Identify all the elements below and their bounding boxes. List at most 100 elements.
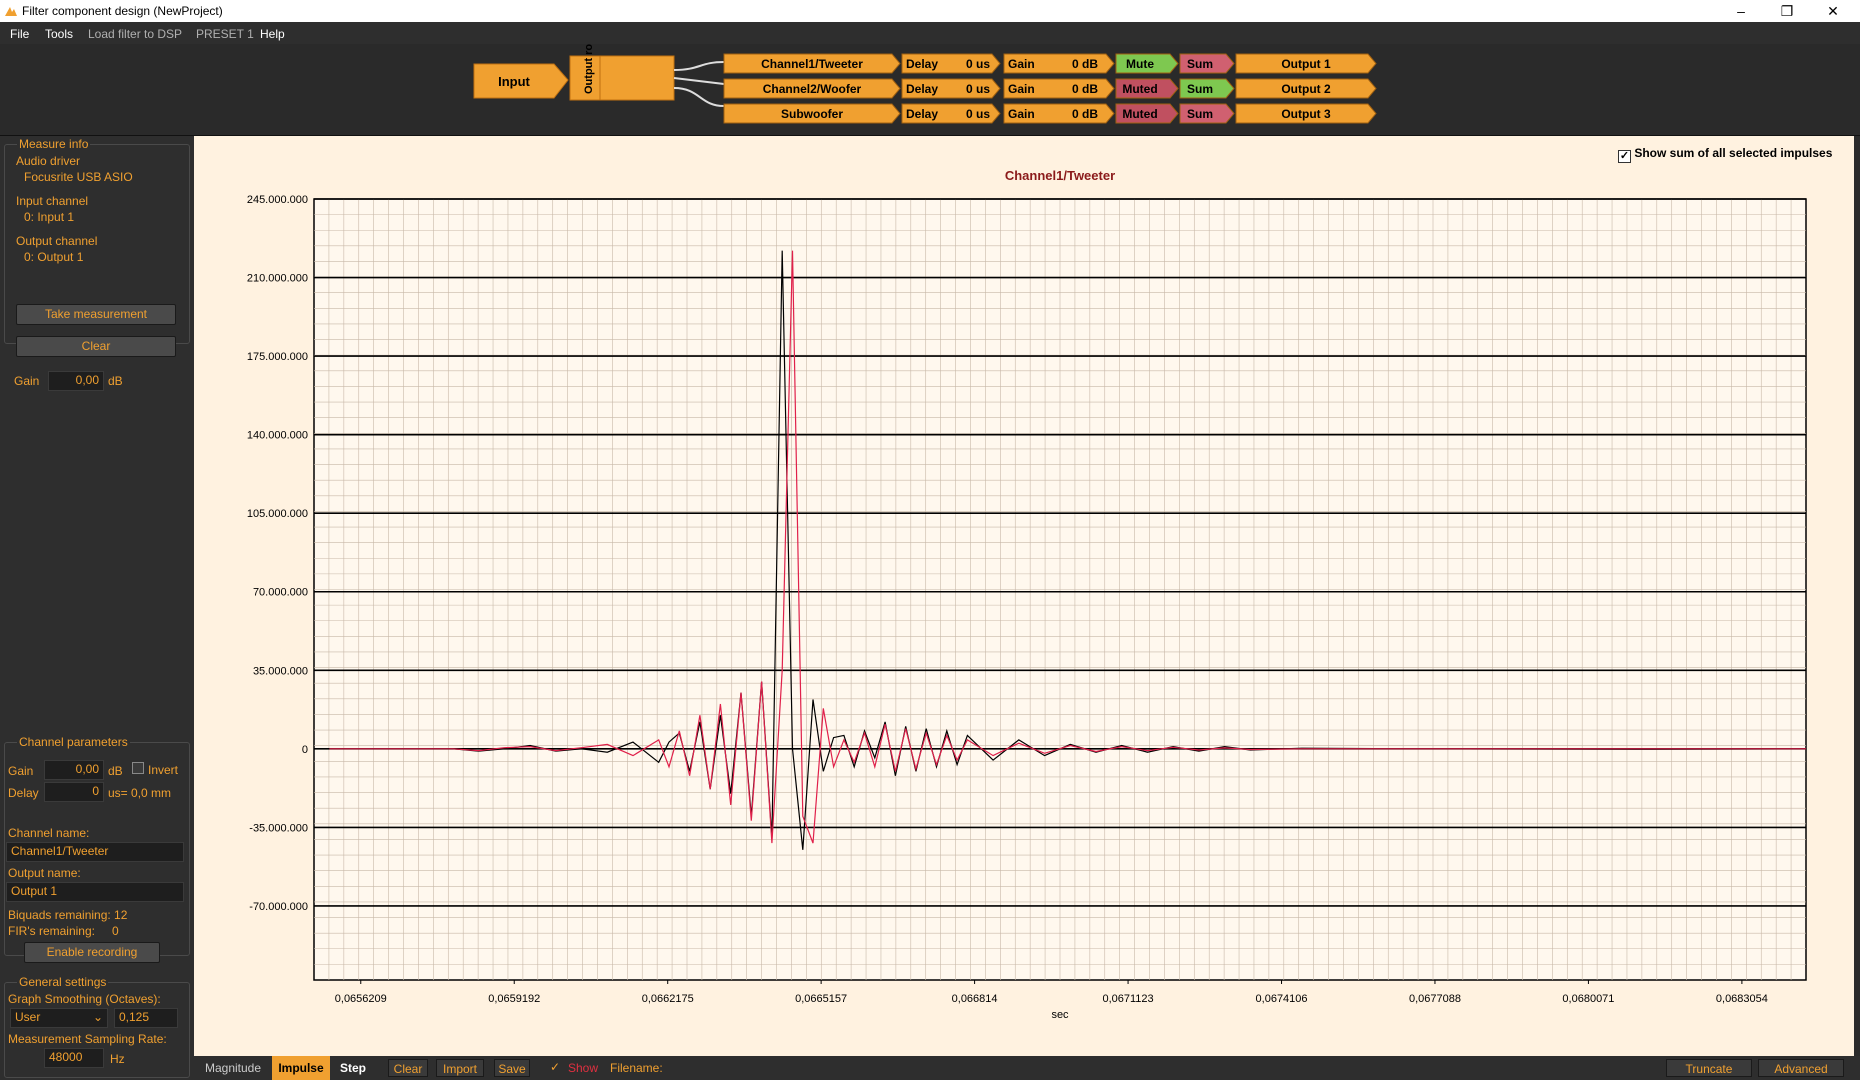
mute-text: Mute <box>1126 57 1154 71</box>
y-tick-label: -35.000.000 <box>249 822 308 834</box>
measure-gain-label: Gain <box>14 374 40 388</box>
gain-block[interactable]: Gain 0 dB <box>1003 103 1115 124</box>
general-settings-title: General settings <box>17 975 109 989</box>
gain-label: Gain <box>1008 57 1035 71</box>
mute-text: Muted <box>1122 82 1157 96</box>
impulse-chart[interactable]: 245.000.000 210.000.000 175.000.000 140.000… <box>194 136 1860 1056</box>
mute-block[interactable]: Mute <box>1115 53 1179 74</box>
channel-name-block[interactable]: Subwoofer <box>723 103 901 124</box>
signal-chain-diagram: Input Output routing Channel1/Tweeter Del… <box>473 17 1377 124</box>
output-channel-value: 0: Output 1 <box>24 250 84 264</box>
output-routing-label: Output routing <box>583 44 595 94</box>
output-name-field[interactable]: Output 1 <box>6 882 184 902</box>
menu-preset[interactable]: PRESET 1 <box>196 27 254 41</box>
tab-impulse[interactable]: Impulse <box>272 1056 330 1080</box>
mute-block[interactable]: Muted <box>1115 103 1179 124</box>
x-tick-label: 0,0665157 <box>795 993 847 1005</box>
output-block[interactable]: Output 1 <box>1235 53 1377 74</box>
output-routing-block[interactable]: Output routing <box>569 17 675 101</box>
delay-value: 0 us <box>966 82 990 96</box>
input-block[interactable]: Input <box>473 63 569 99</box>
signal-chain: Input Output routing Channel1/Tweeter Del… <box>0 17 1860 136</box>
advanced-button[interactable]: Advanced <box>1758 1059 1844 1077</box>
output-block[interactable]: Output 3 <box>1235 103 1377 124</box>
delay-block[interactable]: Delay 0 us <box>901 78 1001 99</box>
measure-gain-unit: dB <box>108 374 123 388</box>
output-name-label: Output name: <box>8 866 81 880</box>
sum-block[interactable]: Sum <box>1179 78 1235 99</box>
show-checkbox-icon[interactable]: ✓ <box>550 1060 560 1074</box>
tab-step[interactable]: Step <box>330 1056 376 1080</box>
channel-delay-label: Delay <box>8 786 39 800</box>
input-channel-value: 0: Input 1 <box>24 210 75 224</box>
menu-help[interactable]: Help <box>260 27 285 41</box>
close-button[interactable]: ✕ <box>1810 0 1856 22</box>
channel-chain-row: Channel2/Woofer Delay 0 us Gain 0 dB Muted Sum… <box>723 78 1377 99</box>
gain-block[interactable]: Gain 0 dB <box>1003 53 1115 74</box>
channel-name-field[interactable]: Channel1/Tweeter <box>6 842 184 862</box>
delay-block[interactable]: Delay 0 us <box>901 53 1001 74</box>
clear-measurement-button[interactable]: Clear <box>16 336 176 357</box>
enable-recording-button[interactable]: Enable recording <box>24 942 160 963</box>
channel-params-title: Channel parameters <box>17 735 130 749</box>
channel-name-block[interactable]: Channel1/Tweeter <box>723 53 901 74</box>
y-tick-label: 140.000.000 <box>247 430 308 442</box>
window-title: Filter component design (NewProject) <box>22 4 223 18</box>
import-button[interactable]: Import <box>436 1059 484 1077</box>
channel-chain-row: Channel1/Tweeter Delay 0 us Gain 0 dB Mute Sum… <box>723 53 1377 74</box>
biquads-remaining: Biquads remaining: 12 <box>8 908 128 922</box>
sampling-rate-field[interactable]: 48000 <box>44 1048 104 1068</box>
channel-gain-field[interactable]: 0,00 <box>44 760 104 780</box>
measure-gain-field[interactable]: 0,00 <box>48 371 104 391</box>
sum-block[interactable]: Sum <box>1179 53 1235 74</box>
clear-button[interactable]: Clear <box>388 1059 428 1077</box>
smoothing-value-field[interactable]: 0,125 <box>114 1008 178 1028</box>
sum-block[interactable]: Sum <box>1179 103 1235 124</box>
delay-value: 0 us <box>966 57 990 71</box>
channel-name-label: Channel name: <box>8 826 90 840</box>
measure-info-title: Measure info <box>17 137 91 151</box>
y-tick-label: -70.000.000 <box>249 901 308 913</box>
gain-block[interactable]: Gain 0 dB <box>1003 78 1115 99</box>
x-tick-label: 0,0656209 <box>335 993 387 1005</box>
invert-checkbox[interactable] <box>132 762 144 774</box>
menu-tools[interactable]: Tools <box>45 27 73 41</box>
y-tick-label: 70.000.000 <box>253 587 308 599</box>
x-tick-label: 0,066814 <box>952 993 998 1005</box>
channel-delay-unit: us= 0,0 mm <box>108 786 172 800</box>
y-tick-label: 0 <box>302 744 308 756</box>
channel-delay-field[interactable]: 0 <box>44 782 104 802</box>
menu-load-filter[interactable]: Load filter to DSP <box>88 27 182 41</box>
take-measurement-button[interactable]: Take measurement <box>16 304 176 325</box>
y-tick-label: 245.000.000 <box>247 194 308 206</box>
delay-block[interactable]: Delay 0 us <box>901 103 1001 124</box>
truncate-button[interactable]: Truncate <box>1666 1059 1752 1077</box>
tab-magnitude[interactable]: Magnitude <box>194 1056 272 1080</box>
show-label: Show <box>568 1061 599 1075</box>
mute-block[interactable]: Muted <box>1115 78 1179 99</box>
minor-grid <box>314 199 1806 980</box>
x-tick-label: 0,0674106 <box>1256 993 1308 1005</box>
scrollbar[interactable] <box>1854 136 1860 1080</box>
smoothing-mode-select[interactable]: User ⌄ <box>10 1008 108 1028</box>
smoothing-label: Graph Smoothing (Octaves): <box>8 992 161 1006</box>
save-button[interactable]: Save <box>494 1059 530 1077</box>
y-tick-label: 210.000.000 <box>247 273 308 285</box>
output-text: Output 1 <box>1281 57 1331 71</box>
maximize-button[interactable]: ❐ <box>1764 0 1810 22</box>
show-sum-checkbox[interactable]: ✓ <box>1618 150 1631 163</box>
filename-label: Filename: <box>610 1061 663 1075</box>
smoothing-mode-value: User <box>15 1010 41 1024</box>
channel-name-text: Subwoofer <box>781 107 843 121</box>
plot-area[interactable]: 245.000.000 210.000.000 175.000.000 140.000… <box>194 136 1860 1056</box>
app-icon <box>5 7 17 16</box>
title-bar: Filter component design (NewProject) – ❐… <box>0 0 1860 22</box>
channel-name-block[interactable]: Channel2/Woofer <box>723 78 901 99</box>
minimize-button[interactable]: – <box>1718 0 1764 22</box>
delay-value: 0 us <box>966 107 990 121</box>
menu-file[interactable]: File <box>10 27 29 41</box>
show-sum-toggle[interactable]: ✓ Show sum of all selected impulses <box>1618 146 1832 163</box>
output-block[interactable]: Output 2 <box>1235 78 1377 99</box>
delay-label: Delay <box>906 107 938 121</box>
delay-label: Delay <box>906 82 938 96</box>
